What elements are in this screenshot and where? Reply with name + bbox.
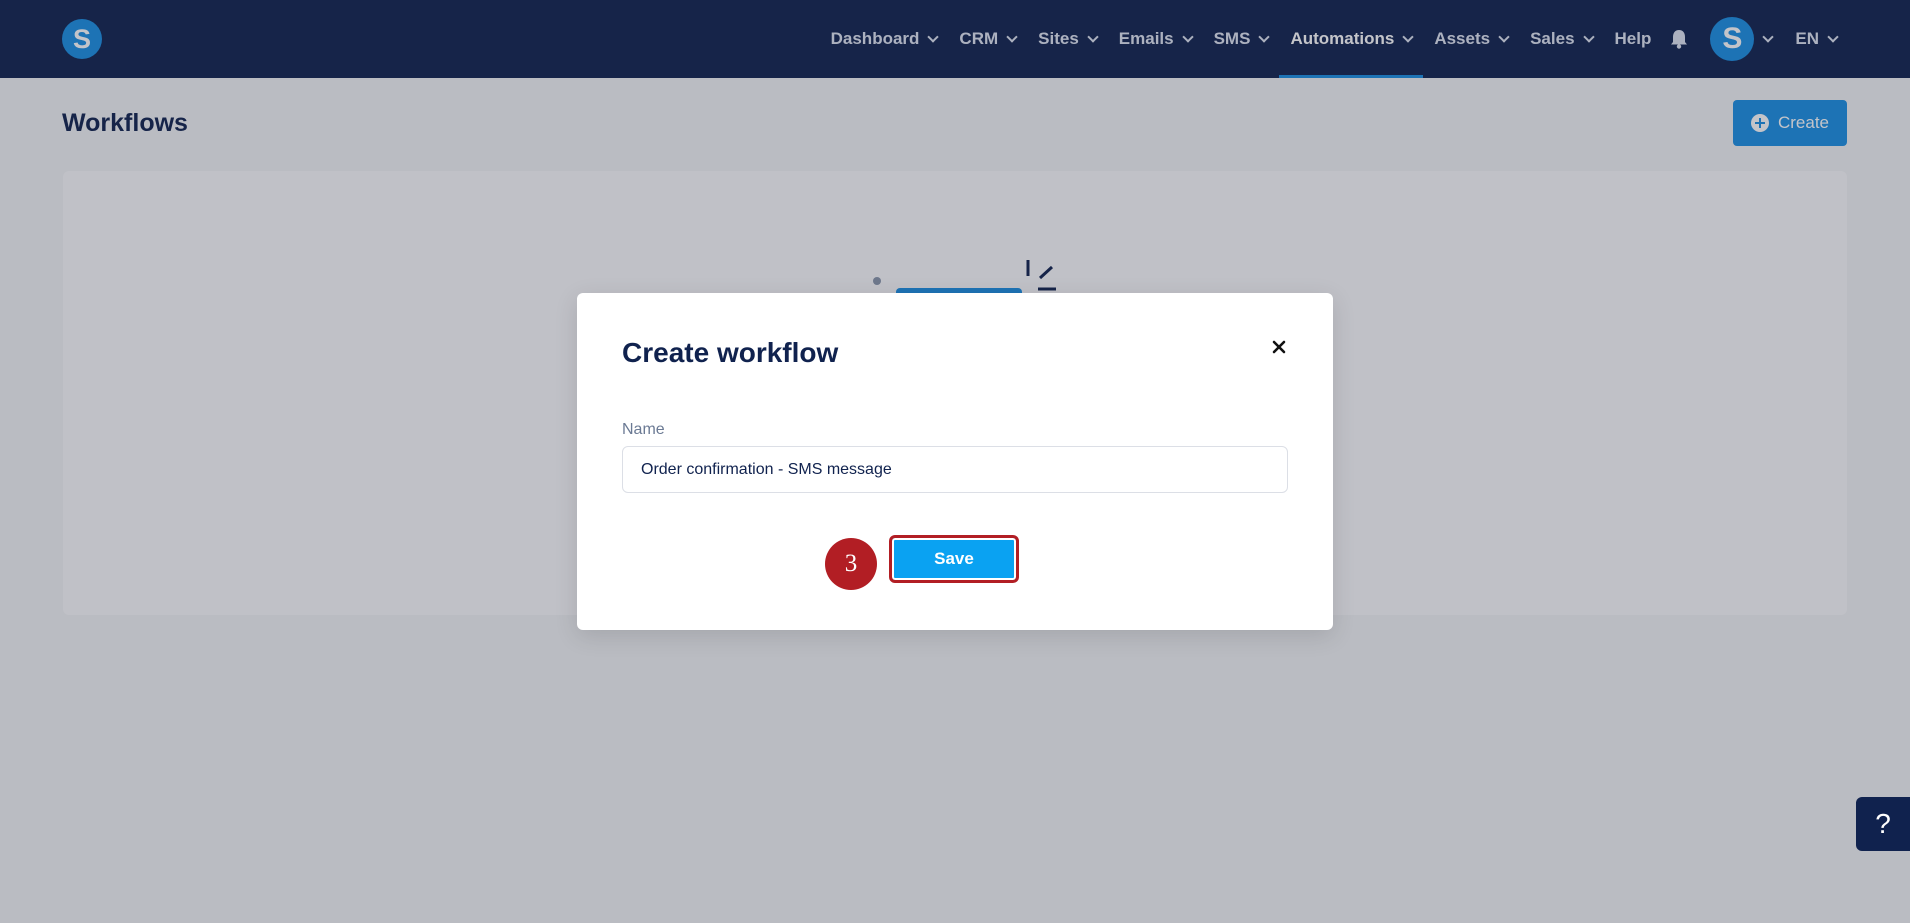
name-input[interactable]	[622, 446, 1288, 493]
close-icon	[1272, 340, 1286, 354]
save-button[interactable]: Save	[889, 535, 1019, 583]
help-button[interactable]: ?	[1856, 797, 1910, 851]
name-label: Name	[622, 421, 665, 438]
dialog-title: Create workflow	[622, 337, 839, 368]
close-button[interactable]	[1265, 333, 1293, 361]
create-workflow-dialog: Create workflow Name 3 Save	[577, 293, 1333, 630]
step-badge: 3	[825, 538, 877, 590]
